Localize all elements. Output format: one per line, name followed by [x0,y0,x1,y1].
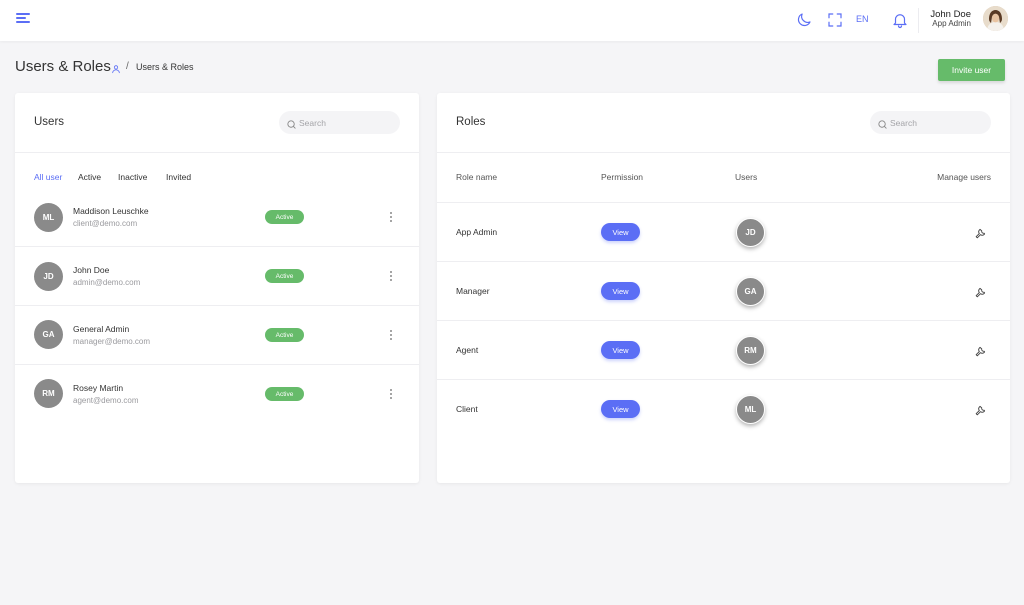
more-options-icon[interactable] [388,330,394,340]
wrench-icon[interactable] [975,285,986,298]
divider [437,152,1010,153]
role-name: Client [456,404,478,414]
top-bar: EN John Doe App Admin [0,0,1024,41]
user-name[interactable]: Maddison Leuschke [73,206,149,216]
current-user-role: App Admin [932,19,971,28]
user-email: agent@demo.com [73,396,139,405]
user-email: manager@demo.com [73,337,151,346]
fullscreen-icon[interactable] [826,11,844,29]
more-options-icon[interactable] [388,271,394,281]
more-options-icon[interactable] [388,389,394,399]
users-card-title: Users [34,116,65,128]
status-badge: Active [265,269,304,283]
column-header-role-name: Role name [456,172,498,182]
roles-search-input[interactable] [890,111,985,134]
divider [15,152,419,153]
column-header-manage-users: Manage users [937,172,991,182]
view-permission-button[interactable]: View [601,341,640,359]
user-icon [111,61,121,74]
bell-icon[interactable] [891,11,909,29]
divider [437,379,1010,380]
user-avatar: GA [34,320,63,349]
status-badge: Active [265,387,304,401]
roles-search[interactable] [870,111,991,134]
divider [15,364,419,365]
tab-all-user[interactable]: All user [34,172,62,182]
user-avatar: RM [34,379,63,408]
invite-user-button[interactable]: Invite user [938,59,1005,81]
status-badge: Active [265,210,304,224]
tab-active[interactable]: Active [78,172,101,182]
wrench-icon[interactable] [975,344,986,357]
wrench-icon[interactable] [975,226,986,239]
role-user-avatar: JD [736,218,765,247]
search-icon [877,117,888,129]
divider [437,261,1010,262]
tab-inactive[interactable]: Inactive [118,172,147,182]
topbar-divider [918,8,919,33]
status-badge: Active [265,328,304,342]
user-name[interactable]: John Doe [73,265,109,275]
breadcrumb-current: Users & Roles [136,62,194,72]
user-email: admin@demo.com [73,278,141,287]
search-icon [286,117,297,129]
view-permission-button[interactable]: View [601,400,640,418]
user-email: client@demo.com [73,219,138,228]
moon-icon[interactable] [795,11,813,29]
language-selector[interactable]: EN [856,14,869,24]
tab-invited[interactable]: Invited [166,172,191,182]
user-name[interactable]: Rosey Martin [73,383,123,393]
page-title: Users & Roles [15,58,111,75]
role-user-avatar: ML [736,395,765,424]
users-search[interactable] [279,111,400,134]
wrench-icon[interactable] [975,403,986,416]
column-header-permission: Permission [601,172,644,182]
users-search-input[interactable] [299,111,394,134]
user-avatar: ML [34,203,63,232]
user-avatar[interactable] [983,6,1008,31]
hamburger-menu-icon[interactable] [16,13,30,25]
view-permission-button[interactable]: View [601,223,640,241]
divider [15,305,419,306]
user-avatar: JD [34,262,63,291]
role-name: Agent [456,345,479,355]
column-header-users: Users [735,172,758,182]
role-user-avatar: GA [736,277,765,306]
role-name: App Admin [456,227,498,237]
role-user-avatar: RM [736,336,765,365]
divider [15,246,419,247]
divider [437,202,1010,203]
view-permission-button[interactable]: View [601,282,640,300]
more-options-icon[interactable] [388,212,394,222]
role-name: Manager [456,286,490,296]
breadcrumb-separator: / [126,61,129,72]
divider [437,320,1010,321]
user-name[interactable]: General Admin [73,324,129,334]
roles-card-title: Roles [456,116,486,128]
